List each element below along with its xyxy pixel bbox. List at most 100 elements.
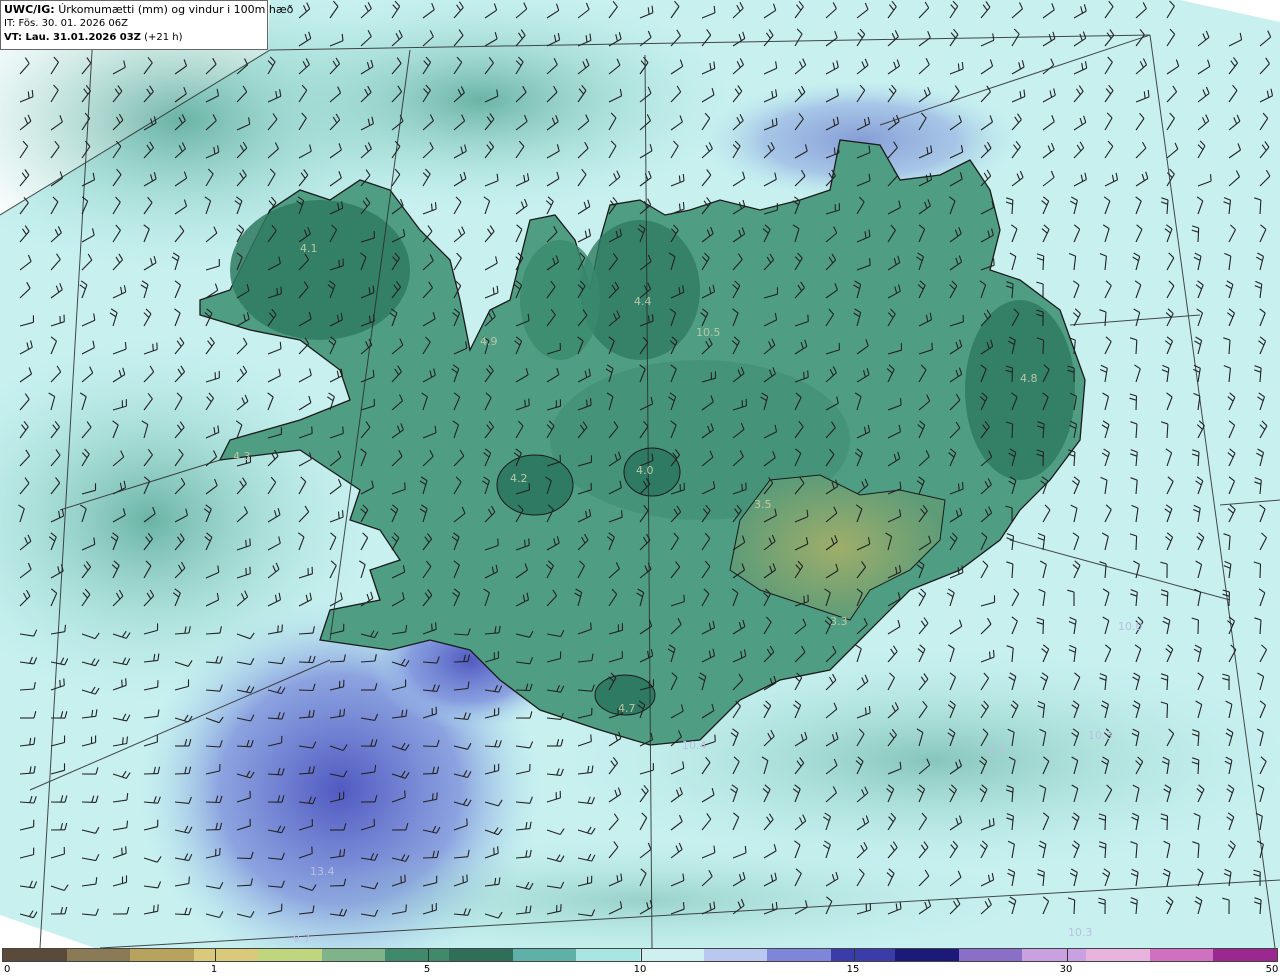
wind-barb-feather — [957, 483, 960, 491]
colorbar-segment — [1022, 949, 1087, 961]
colorbar-segment — [130, 949, 195, 961]
wind-barb-feather — [369, 315, 371, 323]
value-label: 4.8 — [1020, 372, 1038, 385]
highland-troll — [520, 240, 600, 360]
colorbar-divider — [428, 949, 429, 961]
colorbar-tick: 5 — [423, 964, 431, 975]
wind-barb-staff — [1166, 703, 1169, 719]
wind-barb-feather — [434, 202, 437, 210]
wind-barb-feather — [744, 845, 747, 853]
colorbar-tick: 15 — [846, 964, 860, 975]
highland-east — [965, 300, 1075, 480]
value-label: 4.1 — [300, 242, 318, 255]
wind-barb-feather — [188, 876, 190, 884]
wind-barb-feather — [121, 847, 123, 855]
colorbar-segment — [66, 949, 131, 961]
colorbar-segment — [257, 949, 322, 961]
wind-barb-staff — [298, 661, 314, 664]
value-label: 3.5 — [754, 498, 772, 511]
colorbar-tick: 30 — [1059, 964, 1073, 975]
wind-barb-feather — [524, 399, 526, 407]
wind-barb-feather — [124, 342, 127, 350]
wind-barb-feather — [807, 370, 809, 378]
colorbar-divider — [1067, 949, 1068, 961]
wind-barb-feather — [337, 511, 340, 519]
wind-barb-feather — [868, 705, 871, 714]
wind-barb-feather — [432, 793, 434, 801]
precip-colorbar: 0 1 5 10 15 30 50 — [0, 948, 1280, 978]
wind-barb-staff — [1135, 395, 1138, 411]
wind-barb-feather — [404, 482, 406, 490]
colorbar-strip — [2, 948, 1278, 962]
wind-barb-feather — [343, 708, 346, 716]
colorbar-segment — [512, 949, 577, 961]
wind-barb-staff — [236, 857, 252, 860]
wind-barb-feather — [961, 482, 964, 490]
wind-barb-feather — [992, 650, 995, 658]
colorbar-segment — [767, 949, 832, 961]
colorbar-segment — [831, 949, 896, 961]
value-label: 9.7 — [293, 932, 311, 945]
wind-barb-feather — [152, 343, 154, 351]
colorbar-segment — [703, 949, 768, 961]
colorbar-segment — [385, 949, 450, 961]
valid-time: VT: Lau. 31.01.2026 03Z (+21 h) — [4, 31, 264, 45]
wind-barb-feather — [404, 790, 406, 798]
value-label: 10.3 — [1088, 729, 1113, 742]
colorbar-segment — [1085, 949, 1151, 961]
wind-barb-feather — [992, 258, 995, 266]
wind-barb-feather — [122, 737, 124, 745]
map-title: UWC/IG: Úrkomumætti (mm) og vindur i 100… — [4, 3, 293, 17]
wind-barb-feather — [63, 678, 65, 686]
wind-barb-staff — [1011, 367, 1014, 383]
wind-barb-staff — [1135, 535, 1138, 551]
colorbar-divider — [215, 949, 216, 961]
value-label: 4.3 — [233, 450, 251, 463]
value-label: 10.4 — [682, 739, 707, 752]
colorbar-tick: 0 — [4, 964, 11, 975]
wind-barb-staff — [422, 772, 438, 775]
wind-barb-feather — [497, 846, 499, 854]
wind-barb-staff — [453, 660, 469, 663]
wind-barb-feather — [682, 173, 685, 181]
forecast-map: 4.1 4.9 4.4 10.5 4.8 4.3 4.2 4.0 3.5 3.3… — [0, 0, 1280, 978]
wind-barb-feather — [524, 539, 526, 547]
value-label: 10.3 — [1068, 926, 1093, 939]
wind-barb-feather — [436, 792, 438, 800]
wind-barb-staff — [1197, 227, 1200, 243]
valid-time-main: VT: Lau. 31.01.2026 03Z — [4, 32, 141, 43]
wind-barb-feather — [682, 902, 685, 910]
wind-barb-staff — [298, 689, 314, 692]
colorbar-segment — [894, 949, 959, 961]
wind-barb-feather — [430, 203, 433, 211]
wind-barb-feather — [682, 202, 685, 210]
wind-barb-feather — [245, 539, 247, 547]
colorbar-segment — [194, 949, 259, 961]
wind-barb-feather — [771, 903, 774, 911]
wind-barb-feather — [590, 622, 592, 630]
colorbar-segment — [958, 949, 1023, 961]
wind-barb-feather — [311, 426, 313, 434]
wind-barb-feather — [678, 203, 681, 211]
wind-barb-feather — [277, 625, 279, 633]
wind-barb-feather — [59, 679, 61, 687]
wind-barb-feather — [868, 258, 871, 266]
wind-barb-feather — [714, 734, 716, 742]
wind-barb-feather — [125, 678, 127, 686]
wind-barb-feather — [466, 874, 468, 882]
wind-barb-feather — [957, 63, 960, 71]
colorbar-tick: 50 — [1265, 964, 1279, 975]
wind-barb-feather — [125, 846, 127, 854]
colorbar-tick: 10 — [633, 964, 647, 975]
wind-barb-feather — [988, 651, 991, 659]
colorbar-segment — [448, 949, 514, 961]
wind-barb-staff — [1073, 899, 1076, 915]
wind-barb-staff — [1166, 815, 1169, 831]
wind-barb-feather — [405, 904, 407, 912]
wind-barb-feather — [647, 315, 650, 323]
wind-barb-feather — [466, 818, 468, 826]
wind-barb-feather — [807, 314, 809, 322]
wind-barb-feather — [678, 175, 681, 183]
wind-barb-staff — [205, 801, 221, 804]
wind-barb-feather — [1209, 174, 1212, 182]
